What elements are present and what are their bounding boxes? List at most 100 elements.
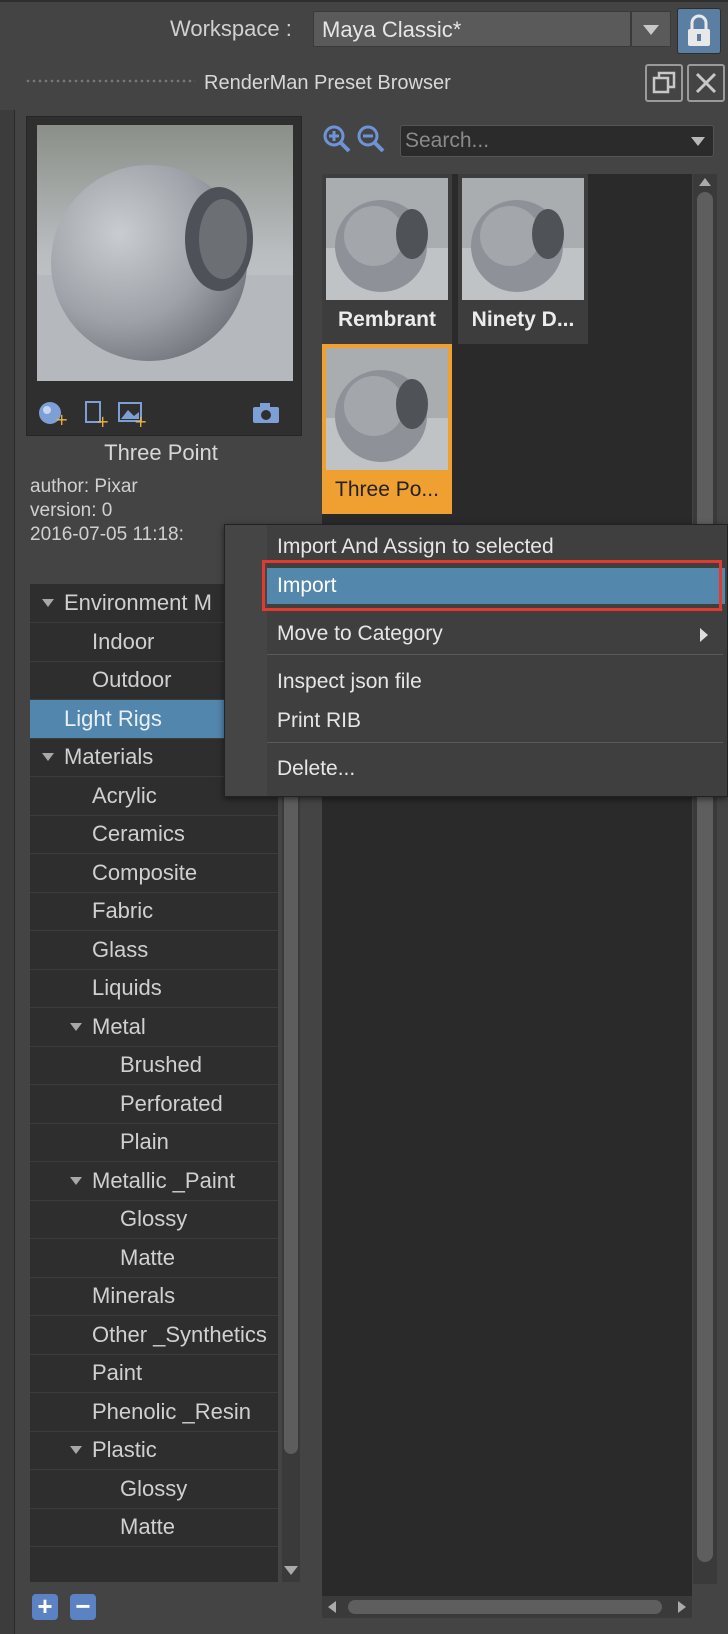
tree-item-label: Indoor [92, 628, 155, 654]
preset-thumbnail[interactable]: Ninety D... [458, 174, 588, 344]
chevron-down-icon [643, 25, 659, 35]
chevron-down-icon[interactable] [691, 137, 705, 146]
workspace-select[interactable]: Maya Classic* [313, 11, 631, 47]
grid-vertical-scrollbar[interactable] [693, 174, 717, 1584]
tree-item[interactable]: Brushed [30, 1046, 278, 1085]
tree-item-label: Other _Synthetics [92, 1321, 267, 1347]
tree-item-label: Matte [120, 1514, 176, 1539]
import-highlight-outline [262, 560, 722, 611]
preset-thumbnail-label: Rembrant [337, 308, 437, 331]
new-file-icon[interactable]: + [81, 399, 111, 432]
preset-thumbnail-label: Ninety D... [471, 308, 575, 331]
workspace-label: Workspace : [170, 16, 292, 41]
window-restore-icon [652, 71, 676, 94]
add-category-button[interactable]: + [32, 1593, 58, 1620]
tree-item[interactable]: Matte [30, 1239, 278, 1278]
tree-item[interactable]: Composite [30, 854, 278, 893]
expand-triangle-icon[interactable] [42, 753, 54, 761]
tree-item-label: Materials [64, 744, 154, 769]
svg-text:+: + [55, 410, 67, 427]
search-input[interactable]: Search... [400, 125, 714, 157]
close-icon [695, 72, 717, 94]
zoom-in-icon[interactable] [322, 124, 352, 159]
tree-item-label: Plain [120, 1129, 169, 1154]
panel-title: RenderMan Preset Browser [204, 72, 451, 94]
add-preset-icon[interactable]: + [37, 399, 68, 432]
tree-item-label: Fabric [92, 898, 154, 923]
close-panel-button[interactable] [687, 64, 725, 102]
tree-item[interactable]: Perforated [30, 1085, 278, 1124]
tree-item[interactable]: Matte [30, 1508, 278, 1547]
preset-thumbnail-image [462, 178, 584, 300]
tree-item[interactable]: Paint [30, 1354, 278, 1393]
tree-item-label: Composite [92, 859, 198, 885]
add-image-icon[interactable]: + [117, 399, 147, 432]
preset-preview-image [37, 125, 293, 381]
scroll-left-arrow-icon[interactable] [326, 1600, 338, 1614]
tree-item-label: Glossy [120, 1206, 188, 1231]
menu-item-print-rib[interactable]: Print RIB [267, 703, 725, 739]
workspace-dropdown-button[interactable] [631, 11, 671, 47]
menu-separator [267, 742, 723, 743]
grid-horizontal-scrollbar-thumb[interactable] [348, 1600, 662, 1614]
menu-separator [267, 654, 723, 655]
tree-item[interactable]: Liquids [30, 969, 278, 1008]
tree-item-label: Paint [92, 1360, 143, 1385]
lock-icon [688, 14, 710, 46]
expand-triangle-icon[interactable] [70, 1022, 82, 1031]
tree-item[interactable]: Minerals [30, 1277, 278, 1316]
tree-item[interactable]: Plain [30, 1123, 278, 1162]
search-placeholder: Search... [405, 129, 490, 152]
tree-item[interactable]: Phenolic _Resin [30, 1393, 278, 1432]
context-menu-gutter [225, 525, 267, 796]
tree-item[interactable]: Glossy [30, 1200, 278, 1239]
submenu-arrow-icon [700, 628, 708, 642]
tree-item[interactable]: Metallic _Paint [30, 1162, 278, 1201]
tree-item[interactable]: Fabric [30, 892, 278, 931]
tree-item-label: Glossy [120, 1475, 188, 1501]
expand-triangle-icon[interactable] [42, 599, 54, 607]
tree-item-label: Light Rigs [64, 705, 162, 731]
grid-horizontal-scrollbar[interactable] [322, 1596, 692, 1618]
expand-triangle-icon[interactable] [70, 1176, 82, 1185]
tree-item[interactable]: Plastic [30, 1431, 278, 1470]
float-panel-button[interactable] [645, 64, 683, 102]
camera-icon[interactable] [251, 399, 281, 432]
tree-item-label: Liquids [92, 975, 162, 1000]
preset-thumbnail-image [326, 348, 448, 470]
scroll-right-arrow-icon[interactable] [676, 1600, 688, 1614]
preset-thumbnail[interactable]: Three Po... [322, 344, 452, 514]
drag-grip-handle[interactable] [25, 78, 195, 84]
menu-item-delete[interactable]: Delete... [267, 751, 725, 787]
tree-item[interactable]: Glass [30, 931, 278, 970]
scroll-up-arrow-icon[interactable] [697, 176, 713, 188]
tree-item-label: Metal [92, 1013, 146, 1039]
remove-category-button[interactable]: − [70, 1593, 96, 1620]
tree-item[interactable]: Glossy [30, 1470, 278, 1509]
tree-item-label: Metallic _Paint [92, 1167, 236, 1193]
zoom-out-icon[interactable] [356, 124, 386, 159]
tree-item-label: Brushed [120, 1052, 202, 1077]
workspace-lock-button[interactable] [677, 8, 721, 54]
expand-triangle-icon[interactable] [70, 1446, 82, 1454]
preset-thumbnail[interactable]: Rembrant [322, 174, 452, 344]
tree-item-label: Ceramics [92, 821, 185, 846]
svg-text:+: + [96, 412, 109, 427]
grid-vertical-scrollbar-thumb[interactable] [697, 192, 713, 1562]
preset-thumbnail-image [326, 178, 448, 300]
preset-name: Three Point [104, 440, 218, 465]
tree-item-label: Perforated [120, 1090, 223, 1116]
preview-panel: + + + [26, 116, 302, 436]
menu-item-inspect-json[interactable]: Inspect json file [267, 664, 725, 700]
preset-thumbnail-label: Three Po... [335, 478, 439, 501]
scroll-down-arrow-icon[interactable] [284, 1566, 298, 1575]
tree-item[interactable]: Metal [30, 1008, 278, 1047]
tree-item-label: Plastic [92, 1437, 157, 1462]
tree-item-label: Outdoor [92, 667, 172, 692]
tree-item-label: Glass [92, 936, 149, 962]
tree-item[interactable]: Other _Synthetics [30, 1316, 278, 1355]
preset-author: author: Pixar [30, 476, 138, 497]
tree-item[interactable]: Ceramics [30, 815, 278, 854]
menu-item-move-to-category[interactable]: Move to Category [267, 616, 725, 652]
tree-item-label: Matte [120, 1244, 176, 1270]
